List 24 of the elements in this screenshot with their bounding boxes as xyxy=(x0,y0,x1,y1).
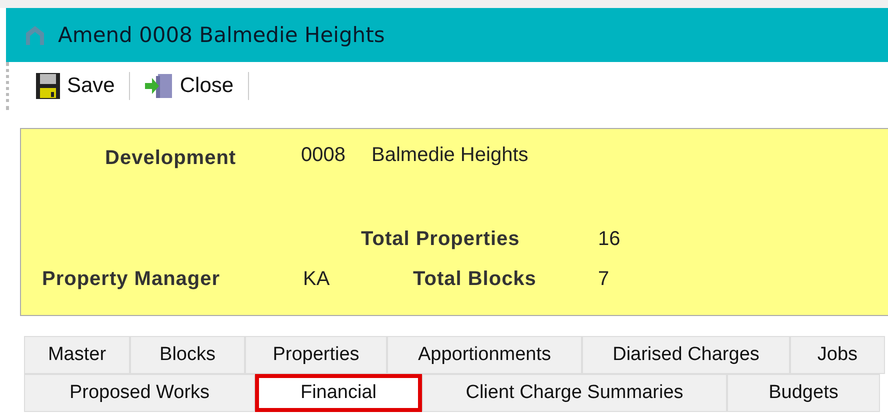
field-value: KA xyxy=(303,268,330,291)
field-value: 0008 xyxy=(301,144,346,167)
field-value: 7 xyxy=(598,268,610,291)
field-value: Balmedie Heights xyxy=(372,144,528,167)
tab[interactable]: Blocks xyxy=(130,336,245,374)
field-label: Total Blocks xyxy=(413,268,536,291)
tab[interactable]: Master xyxy=(24,336,130,374)
tab[interactable]: Financial xyxy=(255,374,422,412)
tab[interactable]: Proposed Works xyxy=(24,374,255,412)
tab[interactable]: Jobs xyxy=(790,336,885,374)
tab[interactable]: Budgets xyxy=(727,374,880,412)
field-value: 16 xyxy=(598,228,620,251)
tab[interactable]: Properties xyxy=(245,336,387,374)
tab[interactable]: Apportionments xyxy=(387,336,582,374)
window-title: Amend 0008 Balmedie Heights xyxy=(58,23,385,47)
tab[interactable]: Diarised Charges xyxy=(582,336,790,374)
house-icon xyxy=(24,24,46,46)
field-label: Development xyxy=(105,147,236,170)
save-button[interactable]: Save xyxy=(31,70,119,102)
tab[interactable]: Client Charge Summaries xyxy=(422,374,727,412)
exit-door-icon xyxy=(144,72,174,100)
field-label: Property Manager xyxy=(42,268,220,291)
field-label: Total Properties xyxy=(361,228,520,251)
close-button[interactable]: Close xyxy=(140,70,238,102)
